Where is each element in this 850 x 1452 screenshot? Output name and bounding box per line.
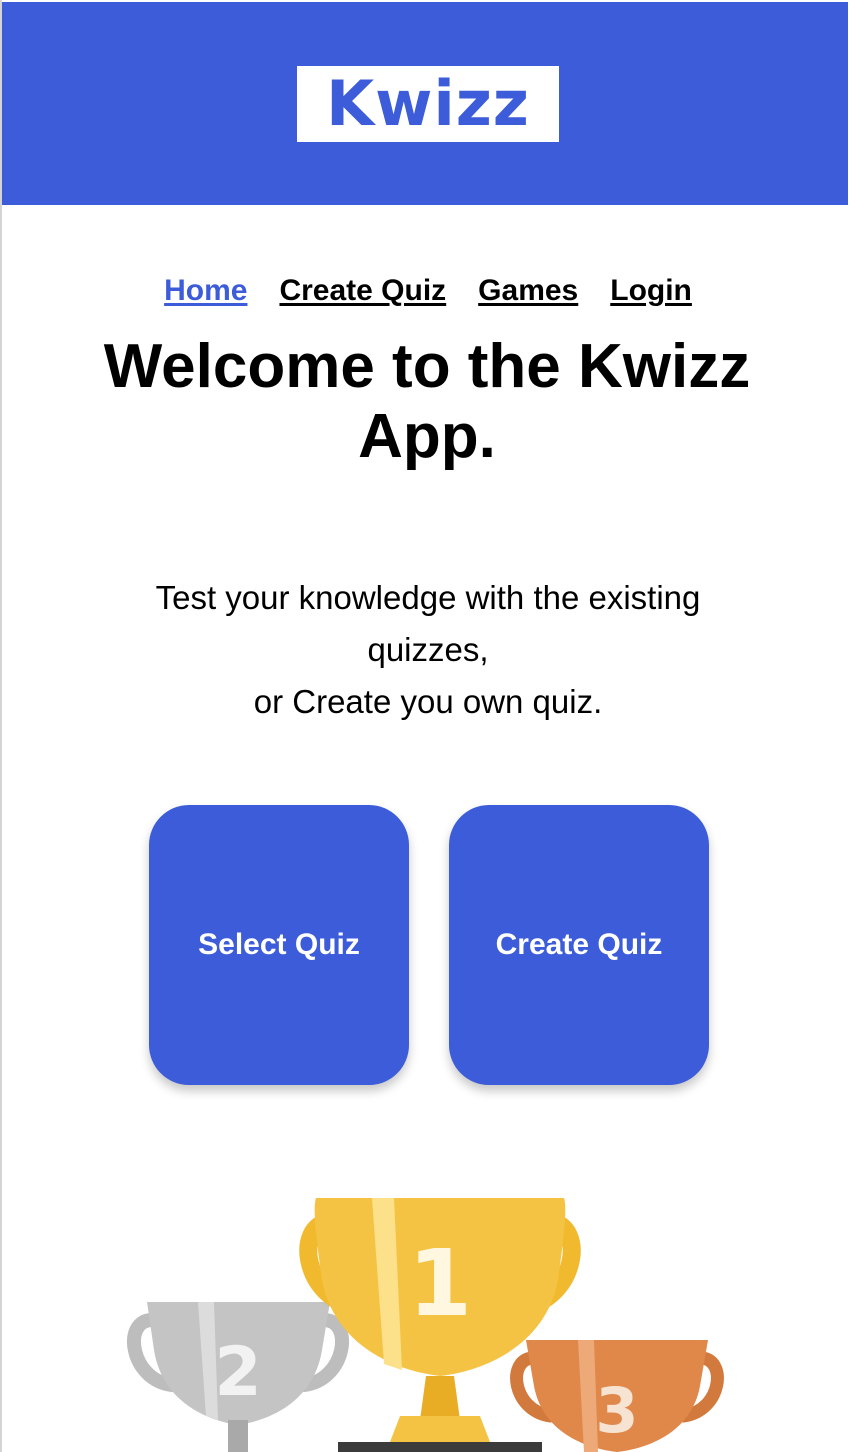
page-subtitle: Test your knowledge with the existing qu… [102,572,754,728]
header: Kwizz [2,2,848,205]
subtitle-line-1: Test your knowledge with the existing qu… [155,579,701,668]
silver-trophy-icon: 2 [127,1302,349,1452]
page-title: Welcome to the Kwizz App. [103,332,751,471]
logo[interactable]: Kwizz [297,66,559,142]
bronze-trophy-icon: 3 [510,1340,724,1452]
nav-login-link[interactable]: Login [610,274,692,308]
svg-text:3: 3 [595,1374,638,1447]
nav-games-link[interactable]: Games [478,274,578,308]
trophy-podium-icon: 2 3 1 [127,1198,724,1452]
main-nav: Home Create Quiz Games Login [2,274,848,308]
logo-text: Kwizz [326,67,530,140]
nav-home-link[interactable]: Home [164,274,247,308]
svg-text:1: 1 [408,1230,472,1337]
page: Kwizz Home Create Quiz Games Login Welco… [0,0,848,1452]
subtitle-line-2: or Create you own quiz. [253,683,603,720]
create-quiz-button[interactable]: Create Quiz [449,805,709,1085]
select-quiz-button[interactable]: Select Quiz [149,805,409,1085]
svg-text:2: 2 [214,1333,261,1412]
nav-create-quiz-link[interactable]: Create Quiz [279,274,446,308]
